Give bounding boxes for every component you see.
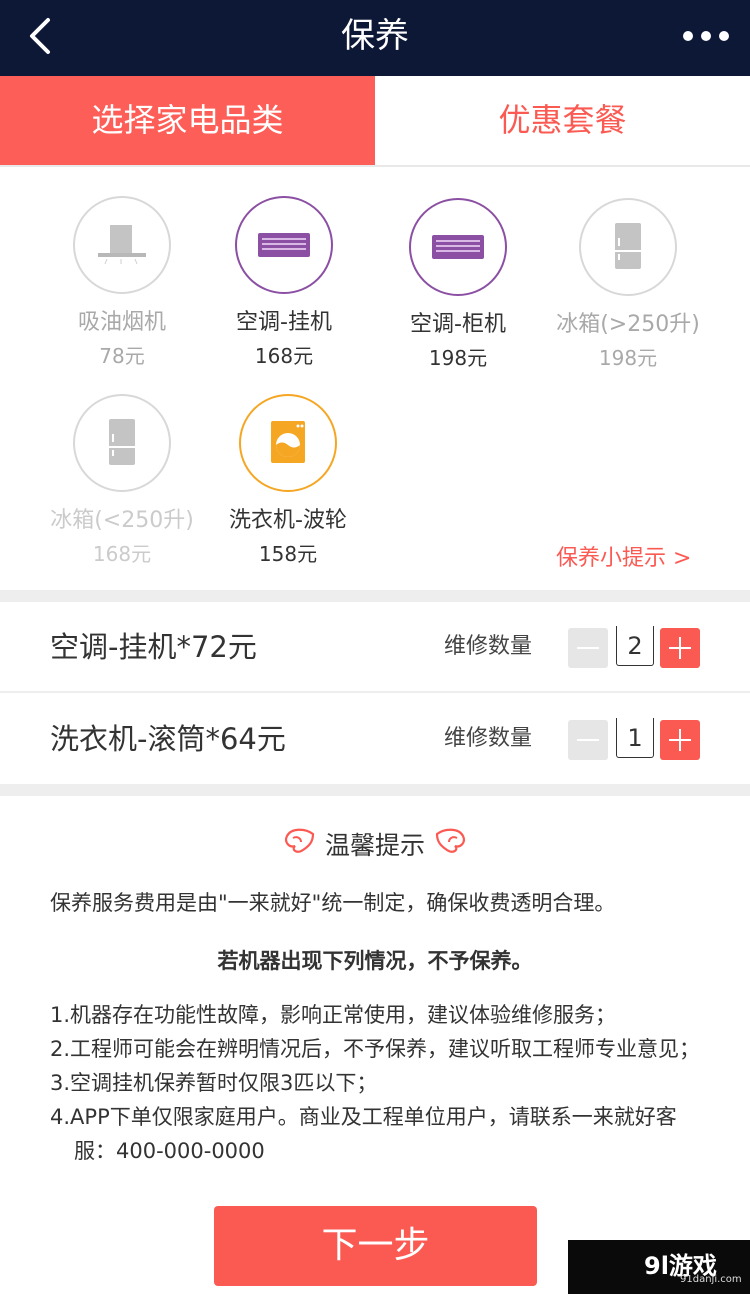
notice-list-item: 1.机器存在功能性故障，影响正常使用，建议体验维修服务； [50, 1003, 617, 1027]
tab-bar: 选择家电品类 优惠套餐 [0, 76, 750, 165]
watermark-site: 91danji.com [680, 1274, 742, 1285]
appliance-price: 198元 [428, 346, 488, 370]
appliance-name: 冰箱(<250升) [50, 508, 194, 533]
tab-divider [0, 165, 750, 167]
appliance-icon-circle [579, 198, 677, 296]
row-divider [0, 691, 750, 693]
increase-button[interactable] [660, 720, 700, 760]
section-divider [0, 784, 750, 796]
notice-list-item: 3.空调挂机保养暂时仅限3匹以下； [50, 1071, 378, 1095]
appliance-price: 168元 [92, 542, 152, 566]
appliance-icon-circle [73, 394, 171, 492]
appliance-range-hood[interactable]: 吸油烟机 78元 [32, 196, 212, 370]
tab-select-category[interactable]: 选择家电品类 [0, 76, 375, 165]
appliance-price: 158元 [258, 542, 318, 566]
appliance-price: 78元 [99, 344, 145, 368]
appliance-washing-machine[interactable]: 洗衣机-波轮 158元 [198, 394, 378, 568]
order-item-name: 洗衣机-滚筒*64元 [50, 722, 286, 756]
appliance-icon-circle [235, 196, 333, 294]
more-options-icon[interactable] [682, 24, 730, 48]
appliance-fridge-small[interactable]: 冰箱(<250升) 168元 [32, 394, 212, 568]
notice-list-item: 4.APP下单仅限家庭用户。商业及工程单位用户，请联系一来就好客服：400-00… [50, 1105, 677, 1163]
quantity-label: 维修数量 [444, 634, 533, 659]
notice-title-text: 温馨提示 [324, 831, 425, 860]
right-wing-icon [433, 826, 467, 866]
maintenance-tips-link[interactable]: 保养小提示 > [556, 544, 691, 574]
tab-discount-package[interactable]: 优惠套餐 [375, 76, 750, 165]
appliance-wall-ac[interactable]: 空调-挂机 168元 [194, 196, 374, 370]
appliance-name: 洗衣机-波轮 [229, 508, 347, 533]
next-step-button[interactable]: 下一步 [214, 1206, 537, 1286]
notice-list: 1.机器存在功能性故障，影响正常使用，建议体验维修服务； 2.工程师可能会在辨明… [50, 998, 710, 1194]
fridge-icon [615, 223, 641, 269]
appliance-price: 168元 [254, 344, 314, 368]
range-hood-icon [98, 225, 146, 265]
increase-button[interactable] [660, 628, 700, 668]
notice-list-item: 2.工程师可能会在辨明情况后，不予保养，建议听取工程师专业意见； [50, 1037, 701, 1061]
appliance-icon-circle [73, 196, 171, 294]
notice-title: 温馨提示 [0, 826, 750, 866]
watermark: 9l游戏 91danji.com [568, 1240, 750, 1294]
appliance-name: 冰箱(>250升) [556, 312, 700, 337]
left-wing-icon [283, 826, 317, 866]
appliance-price: 198元 [598, 346, 658, 370]
appliance-icon-circle [409, 198, 507, 296]
page-title: 保养 [341, 16, 409, 56]
appliance-icon-circle [239, 394, 337, 492]
notice-warning: 若机器出现下列情况，不予保养。 [217, 949, 533, 973]
quantity-value[interactable]: 2 [616, 626, 654, 666]
appliance-name: 空调-柜机 [410, 312, 506, 337]
appliance-fridge-large[interactable]: 冰箱(>250升) 198元 [538, 198, 718, 372]
top-nav-bar: 保养 [0, 0, 750, 76]
appliance-cabinet-ac[interactable]: 空调-柜机 198元 [368, 198, 548, 372]
appliance-name: 空调-挂机 [236, 310, 332, 335]
fridge-icon [109, 419, 135, 465]
quantity-label: 维修数量 [444, 726, 533, 751]
notice-intro: 保养服务费用是由"一来就好"统一制定，确保收费透明合理。 [50, 891, 616, 915]
order-row: 洗衣机-滚筒*64元 维修数量 1 [0, 694, 750, 784]
section-divider [0, 590, 750, 602]
order-item-name: 空调-挂机*72元 [50, 630, 257, 664]
appliance-name: 吸油烟机 [77, 310, 166, 335]
scroll-fade [0, 1170, 750, 1200]
order-row: 空调-挂机*72元 维修数量 2 [0, 602, 750, 692]
washing-machine-icon [271, 421, 305, 463]
wall-ac-icon [258, 233, 310, 257]
decrease-button[interactable] [568, 720, 608, 760]
decrease-button[interactable] [568, 628, 608, 668]
quantity-value[interactable]: 1 [616, 718, 654, 758]
cabinet-ac-icon [432, 235, 484, 259]
